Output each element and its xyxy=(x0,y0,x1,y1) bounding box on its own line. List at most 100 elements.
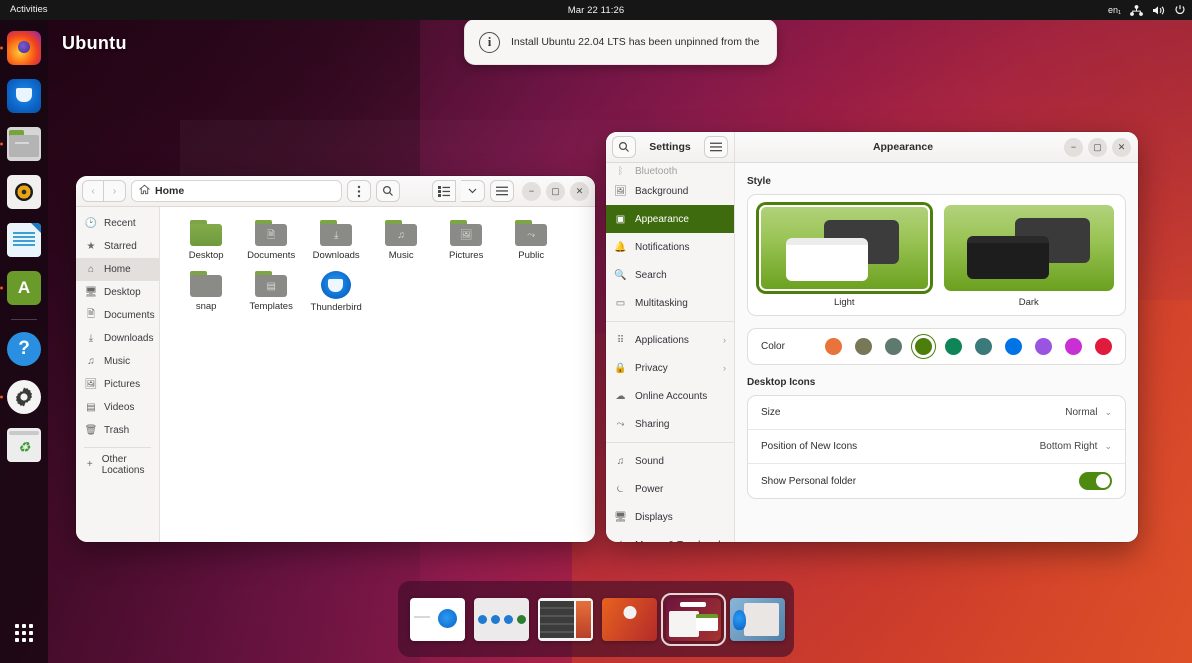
sidebar-item-starred[interactable]: ★ Starred xyxy=(76,235,159,258)
search-icon[interactable] xyxy=(376,180,400,202)
file-item-documents[interactable]: 🗎 Documents xyxy=(239,220,304,261)
view-options-icon[interactable] xyxy=(347,180,371,202)
dock-item-libreoffice-writer[interactable] xyxy=(4,220,44,260)
file-item-pictures[interactable]: 🖼 Pictures xyxy=(434,220,499,261)
color-swatch-olive[interactable] xyxy=(911,334,936,359)
sidebar-item-label: Music xyxy=(104,356,131,367)
path-bar[interactable]: Home xyxy=(131,180,342,202)
file-item-desktop[interactable]: Desktop xyxy=(174,220,239,261)
sidebar-item-documents[interactable]: 🗎 Documents xyxy=(76,304,159,327)
hamburger-menu-icon[interactable] xyxy=(490,180,514,202)
sidebar-item-other-locations[interactable]: + Other Locations xyxy=(76,453,159,476)
sidebar-item-music[interactable]: ♫ Music xyxy=(76,350,159,373)
back-button[interactable]: ‹ xyxy=(82,180,104,202)
sidebar-item-privacy[interactable]: 🔒 Privacy › xyxy=(606,354,734,382)
sidebar-item-home[interactable]: ⌂ Home xyxy=(76,258,159,281)
row-show-personal-folder[interactable]: Show Personal folder xyxy=(748,464,1125,498)
sidebar-item-power[interactable]: ⏾ Power xyxy=(606,475,734,503)
volume-icon[interactable] xyxy=(1152,5,1165,16)
switcher-item-install-ubuntu[interactable] xyxy=(602,597,657,641)
color-swatch-red[interactable] xyxy=(1095,338,1112,355)
switcher-item-thunderbird[interactable] xyxy=(410,597,465,641)
switcher-item-ubuntu-software[interactable] xyxy=(538,597,593,641)
dock-item-thunderbird[interactable] xyxy=(4,76,44,116)
power-icon[interactable] xyxy=(1174,4,1186,16)
switcher-item-online-accounts[interactable] xyxy=(474,597,529,641)
maximize-button[interactable]: ▢ xyxy=(546,181,565,201)
sidebar-item-multitasking[interactable]: ▭ Multitasking xyxy=(606,289,734,317)
color-swatch-blue[interactable] xyxy=(1005,338,1022,355)
network-icon[interactable] xyxy=(1130,4,1143,16)
search-icon[interactable] xyxy=(612,136,636,158)
file-item-thunderbird[interactable]: Thunderbird xyxy=(304,271,369,313)
desktop-watermark: Ubuntu xyxy=(62,33,127,53)
color-swatch-prussian-green[interactable] xyxy=(975,338,992,355)
size-select[interactable]: Normal ⌄ xyxy=(1065,407,1112,418)
sidebar-item-sound[interactable]: ♫ Sound xyxy=(606,447,734,475)
row-size[interactable]: Size Normal ⌄ xyxy=(748,396,1125,430)
dock-item-rhythmbox[interactable] xyxy=(4,172,44,212)
sidebar-item-search[interactable]: 🔍 Search xyxy=(606,261,734,289)
show-applications-button[interactable] xyxy=(4,613,44,653)
sidebar-item-bluetooth[interactable]: ᛒ Bluetooth xyxy=(606,163,734,177)
color-swatch-magenta[interactable] xyxy=(1065,338,1082,355)
sidebar-item-recent[interactable]: 🕑 Recent xyxy=(76,212,159,235)
sidebar-item-appearance[interactable]: ▣ Appearance xyxy=(606,205,734,233)
sidebar-item-pictures[interactable]: 🖼 Pictures xyxy=(76,373,159,396)
color-swatch-purple[interactable] xyxy=(1035,338,1052,355)
sidebar-item-displays[interactable]: 🖥 Displays xyxy=(606,503,734,531)
style-option-dark[interactable]: Dark xyxy=(943,205,1114,308)
folder-icon: ♫ xyxy=(385,220,418,246)
notification-banner[interactable]: i Install Ubuntu 22.04 LTS has been unpi… xyxy=(464,19,777,65)
sidebar-item-videos[interactable]: ▤ Videos xyxy=(76,396,159,419)
color-swatch-orange[interactable] xyxy=(825,338,842,355)
file-item-downloads[interactable]: ⤓ Downloads xyxy=(304,220,369,261)
keyboard-layout-indicator[interactable]: en₁ xyxy=(1108,5,1121,15)
style-option-light[interactable]: Light xyxy=(759,205,930,308)
dock-item-help[interactable]: ? xyxy=(4,329,44,369)
show-personal-folder-toggle[interactable] xyxy=(1079,472,1112,490)
forward-button[interactable]: › xyxy=(104,180,126,202)
files-sidebar: 🕑 Recent ★ Starred ⌂ Home 🖥 Desktop 🗎 Do… xyxy=(76,207,160,542)
switcher-item-settings[interactable] xyxy=(661,592,726,646)
dock-item-files[interactable] xyxy=(0,124,44,164)
sidebar-item-online-accounts[interactable]: ☁ Online Accounts xyxy=(606,382,734,410)
maximize-button[interactable]: ▢ xyxy=(1088,137,1107,157)
clock[interactable]: Mar 22 11:26 xyxy=(568,5,624,16)
sidebar-item-desktop[interactable]: 🖥 Desktop xyxy=(76,281,159,304)
file-item-public[interactable]: ⤳ Public xyxy=(499,220,564,261)
sidebar-item-mouse-touchpad[interactable]: 🖱 Mouse & Touchpad xyxy=(606,531,734,543)
file-label: Documents xyxy=(247,250,296,261)
file-item-templates[interactable]: ▤ Templates xyxy=(239,271,304,313)
files-icon xyxy=(7,127,41,161)
close-button[interactable]: ✕ xyxy=(570,181,589,201)
file-item-music[interactable]: ♫ Music xyxy=(369,220,434,261)
color-swatch-sage[interactable] xyxy=(885,338,902,355)
share-icon: ⤳ xyxy=(616,418,625,430)
position-select[interactable]: Bottom Right ⌄ xyxy=(1040,441,1112,452)
minimize-button[interactable]: − xyxy=(522,181,541,201)
color-swatch-viridian[interactable] xyxy=(945,338,962,355)
minimize-button[interactable]: − xyxy=(1064,137,1083,157)
sidebar-item-sharing[interactable]: ⤳ Sharing xyxy=(606,410,734,438)
close-button[interactable]: ✕ xyxy=(1112,137,1131,157)
dock-item-firefox[interactable] xyxy=(0,28,44,68)
chevron-right-icon: › xyxy=(723,363,726,373)
list-view-icon[interactable] xyxy=(432,180,456,202)
view-chevron-icon[interactable] xyxy=(461,180,485,202)
sidebar-item-downloads[interactable]: ⤓ Downloads xyxy=(76,327,159,350)
style-option-label: Light xyxy=(833,297,855,308)
color-swatch-bark[interactable] xyxy=(855,338,872,355)
activities-button[interactable]: Activities xyxy=(0,0,55,20)
sidebar-item-notifications[interactable]: 🔔 Notifications xyxy=(606,233,734,261)
dock-item-ubuntu-software[interactable]: A xyxy=(0,268,44,308)
hamburger-menu-icon[interactable] xyxy=(703,136,728,158)
switcher-item-files[interactable] xyxy=(730,597,785,641)
row-position-of-new-icons[interactable]: Position of New Icons Bottom Right ⌄ xyxy=(748,430,1125,464)
dock-item-trash[interactable]: ♻ xyxy=(4,425,44,465)
file-item-snap[interactable]: snap xyxy=(174,271,239,313)
sidebar-item-applications[interactable]: ⠿ Applications › xyxy=(606,326,734,354)
sidebar-item-background[interactable]: 🖼 Background xyxy=(606,177,734,205)
dock-item-settings[interactable] xyxy=(0,377,44,417)
sidebar-item-trash[interactable]: 🗑 Trash xyxy=(76,419,159,442)
